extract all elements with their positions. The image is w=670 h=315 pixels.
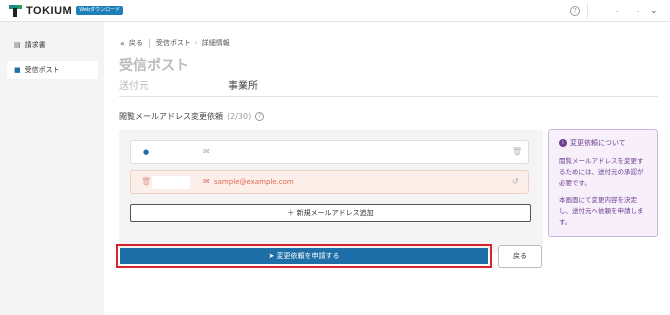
user-name[interactable]: . — [616, 6, 618, 14]
sidebar-item-label: 受信ポスト — [24, 66, 60, 74]
chevron-down-icon[interactable]: ⌄ — [650, 6, 658, 16]
top-header: TOKIUM Webダウンロード ? . . ⌄ — [0, 0, 670, 22]
web-download-badge: Webダウンロード — [76, 6, 124, 15]
sidebar-item-inbox[interactable]: ■ 受信ポスト — [7, 61, 98, 79]
brand-name: TOKIUM — [26, 4, 73, 17]
info-box: i 変更依頼について 閲覧メールアドレスを変更するためには、送付元の承認が必要で… — [548, 129, 658, 237]
breadcrumb-detail: 詳細情報 — [201, 39, 230, 47]
trash-icon[interactable]: 🗑 — [141, 177, 151, 186]
section-title: 閲覧メールアドレス変更依頼 (2/30) ? — [119, 111, 265, 122]
logo[interactable]: TOKIUM Webダウンロード — [9, 4, 124, 17]
submit-highlight: ➤ 変更依頼を申請する — [116, 244, 492, 268]
sender-label: 送付元 — [119, 81, 149, 92]
main-content: « 戻る 受信ポスト › 詳細情報 受信ポスト 送付元 事業所 閲覧メールアドレ… — [104, 22, 670, 315]
section-title-text: 閲覧メールアドレス変更依頼 — [119, 112, 223, 121]
header-divider — [587, 3, 588, 19]
info-text: 閲覧メールアドレスを変更するためには、送付元の承認が必要です。 — [559, 157, 644, 187]
submit-label: 変更依頼を申請する — [276, 252, 340, 260]
sidebar: ▤ 請求書 ■ 受信ポスト — [0, 22, 104, 315]
logo-mark-icon — [9, 4, 22, 17]
sidebar-item-invoices[interactable]: ▤ 請求書 — [7, 36, 98, 54]
info-title: i 変更依頼について — [559, 138, 647, 148]
mail-icon: ✉ — [203, 147, 210, 156]
user-icon: ● — [143, 148, 150, 156]
name-field[interactable] — [152, 176, 190, 189]
chevron-right-icon: › — [194, 39, 198, 47]
document-icon: ▤ — [14, 41, 21, 49]
undo-icon[interactable]: ↺ — [512, 177, 519, 186]
question-circle-icon[interactable]: ? — [570, 6, 580, 16]
trash-icon[interactable]: 🗑 — [512, 147, 522, 156]
breadcrumb-inbox[interactable]: 受信ポスト — [156, 38, 191, 48]
help-icon[interactable]: ? — [255, 112, 265, 121]
info-text: 本画面にて変更内容を決定し、送付元へ依頼を申請します。 — [559, 196, 644, 226]
folder-icon: ■ — [14, 66, 21, 74]
sidebar-item-label: 請求書 — [24, 41, 46, 49]
mail-icon: ✉ — [203, 177, 210, 186]
breadcrumb-separator — [148, 38, 150, 48]
email-count: (2/30) — [227, 112, 252, 121]
email-value: sample@example.com — [214, 178, 294, 186]
send-icon: ➤ — [268, 252, 277, 260]
submit-request-button[interactable]: ➤ 変更依頼を申請する — [120, 248, 488, 264]
divider — [119, 96, 658, 97]
page-title: 受信ポスト — [119, 58, 189, 74]
double-chevron-left-icon[interactable]: « — [120, 39, 125, 48]
breadcrumb-back[interactable]: 戻る — [129, 38, 143, 48]
email-row: ● ✉ 🗑 — [130, 140, 529, 164]
back-button[interactable]: 戻る — [498, 245, 542, 268]
email-list-panel: ● ✉ 🗑 🗑 ✉ sample@example.com ↺ ＋ 新規メールアド… — [119, 130, 543, 253]
email-row-deleted: 🗑 ✉ sample@example.com ↺ — [130, 170, 529, 194]
info-title-text: 変更依頼について — [570, 139, 626, 147]
sender-value: 事業所 — [228, 81, 258, 92]
user-company[interactable]: . — [637, 6, 639, 14]
info-icon: i — [559, 139, 567, 147]
add-email-button[interactable]: ＋ 新規メールアドレス追加 — [130, 204, 531, 222]
breadcrumb: « 戻る 受信ポスト › 詳細情報 — [120, 38, 230, 48]
